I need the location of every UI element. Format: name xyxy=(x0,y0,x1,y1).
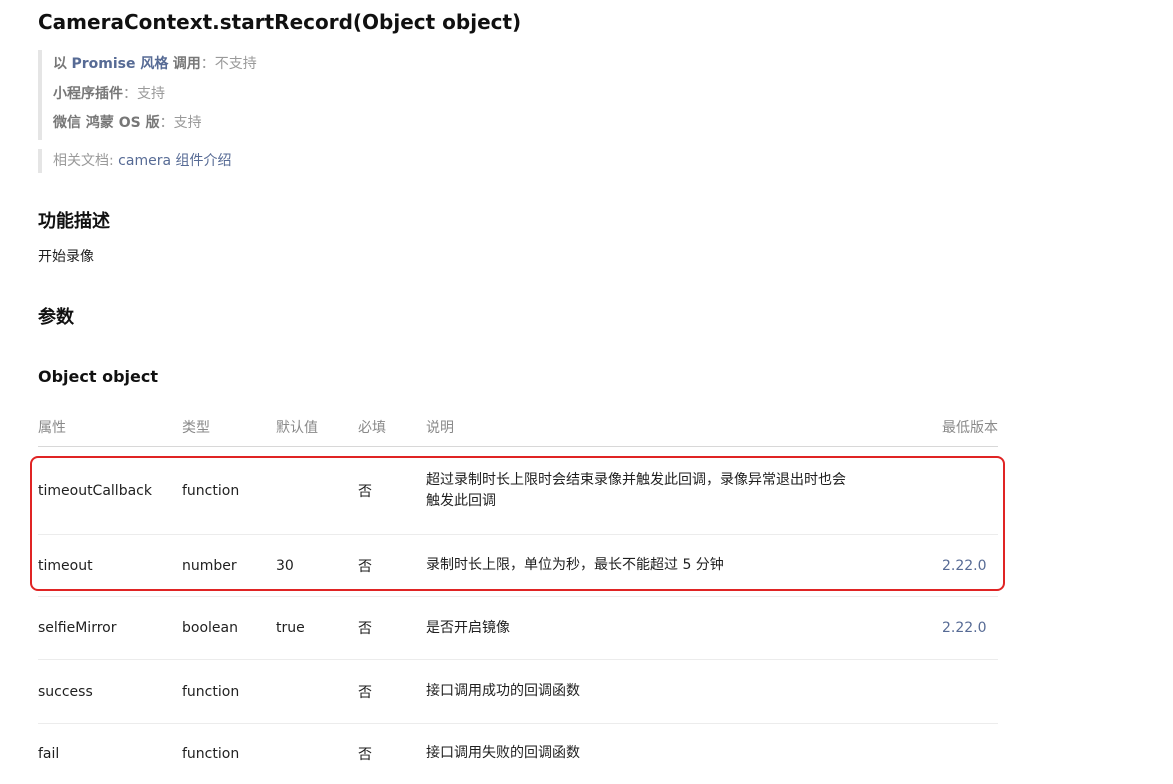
plugin-support-value: 支持 xyxy=(137,85,165,102)
plugin-support-line: 小程序插件：支持 xyxy=(53,80,257,110)
column-header: 默认值 xyxy=(276,408,358,447)
related-docs-label: 相关文档: xyxy=(53,153,119,169)
promise-style-link[interactable]: Promise 风格 xyxy=(71,56,168,72)
param-description: 是否开启镜像 xyxy=(426,596,942,660)
param-default: true xyxy=(276,596,358,660)
column-header: 最低版本 xyxy=(942,408,998,447)
param-default: 30 xyxy=(276,534,358,597)
promise-support-value: 不支持 xyxy=(214,56,257,72)
param-description: 接口调用失败的回调函数 xyxy=(426,745,580,762)
table-row: selfieMirror boolean true 否 是否开启镜像 2.22.… xyxy=(38,596,998,660)
param-description: 接口调用成功的回调函数 xyxy=(426,659,942,724)
harmony-support-value: 支持 xyxy=(173,115,202,131)
column-header: 类型 xyxy=(182,408,276,447)
param-name: timeoutCallback xyxy=(38,446,182,535)
param-type: function xyxy=(182,659,276,724)
param-version xyxy=(942,659,998,724)
promise-prefix: 以 xyxy=(53,56,67,72)
harmony-support-line: 微信 鸿蒙 OS 版：支持 xyxy=(53,109,257,139)
column-header: 属性 xyxy=(38,408,182,447)
promise-label: 调用 xyxy=(172,56,201,72)
support-info-block: 以 Promise 风格 调用：不支持 小程序插件：支持 微信 鸿蒙 OS 版：… xyxy=(38,50,257,140)
param-type: boolean xyxy=(182,596,276,660)
colon: ： xyxy=(123,85,137,102)
object-heading: Object object xyxy=(38,367,159,386)
param-version-link[interactable]: 2.22.0 xyxy=(942,534,998,597)
param-type: function xyxy=(182,745,240,762)
param-required: 否 xyxy=(358,659,426,724)
param-type: number xyxy=(182,534,276,597)
param-version xyxy=(942,446,998,535)
table-row: fail function 否 接口调用失败的回调函数 xyxy=(38,724,998,784)
param-description: 录制时长上限，单位为秒，最长不能超过 5 分钟 xyxy=(426,534,942,597)
param-default xyxy=(276,659,358,724)
description-heading: 功能描述 xyxy=(38,211,110,232)
param-default xyxy=(276,724,358,784)
param-required: 否 xyxy=(358,446,426,535)
page-title: CameraContext.startRecord(Object object) xyxy=(38,10,522,34)
params-heading: 参数 xyxy=(38,307,74,328)
param-name: timeout xyxy=(38,534,182,597)
param-description: 超过录制时长上限时会结束录像并触发此回调，录像异常退出时也会触发此回调 xyxy=(426,446,942,535)
param-version-link[interactable]: 2.22.0 xyxy=(942,596,998,660)
colon: ： xyxy=(200,56,215,72)
related-docs-block: 相关文档: camera 组件介绍 xyxy=(38,149,231,173)
table-row: success function 否 接口调用成功的回调函数 xyxy=(38,659,998,724)
harmony-label: 微信 鸿蒙 OS 版 xyxy=(53,115,160,131)
table-row: timeout number 30 否 录制时长上限，单位为秒，最长不能超过 5… xyxy=(38,534,998,597)
param-required: 否 xyxy=(358,596,426,660)
param-name: fail xyxy=(38,745,60,762)
plugin-label: 小程序插件 xyxy=(53,85,123,102)
promise-support-line: 以 Promise 风格 调用：不支持 xyxy=(53,50,257,80)
param-required: 否 xyxy=(358,534,426,597)
column-header: 必填 xyxy=(358,408,426,447)
param-default xyxy=(276,446,358,535)
column-header: 说明 xyxy=(426,408,942,447)
camera-component-link[interactable]: camera 组件介绍 xyxy=(118,153,231,169)
param-type: function xyxy=(182,446,276,535)
param-name: success xyxy=(38,659,182,724)
description-text: 开始录像 xyxy=(38,249,94,265)
table-header-row: 属性 类型 默认值 必填 说明 最低版本 xyxy=(38,408,998,447)
param-required: 否 xyxy=(358,746,372,763)
param-version xyxy=(942,724,998,784)
params-table: 属性 类型 默认值 必填 说明 最低版本 timeoutCallback fun… xyxy=(38,408,998,784)
table-row: timeoutCallback function 否 超过录制时长上限时会结束录… xyxy=(38,446,998,535)
colon: ： xyxy=(159,115,174,131)
param-name: selfieMirror xyxy=(38,596,182,660)
